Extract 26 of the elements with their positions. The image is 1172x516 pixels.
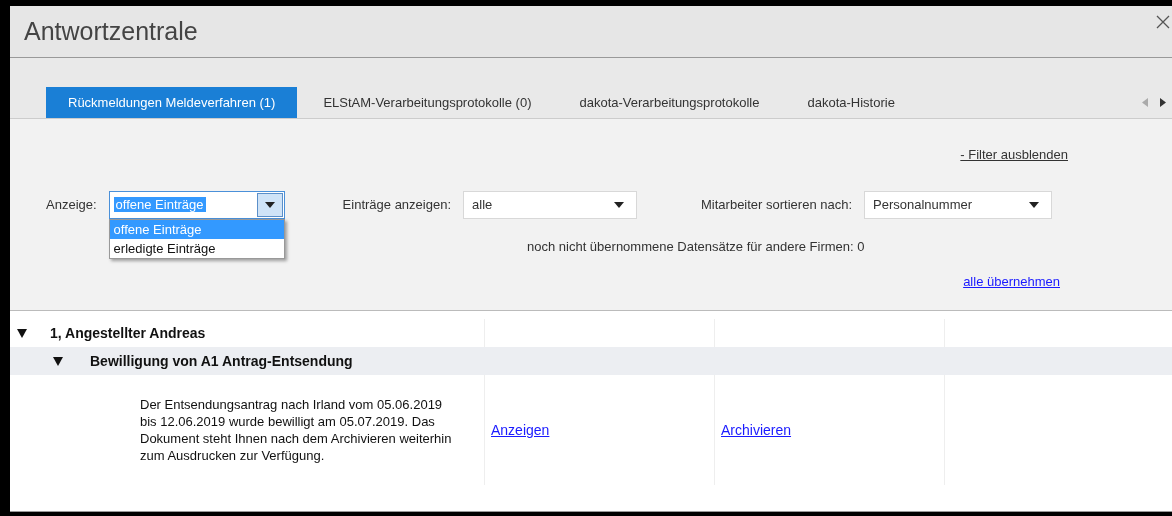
entries-label: Einträge anzeigen:	[342, 195, 451, 214]
tab[interactable]: dakota-Historie	[785, 87, 917, 118]
sort-label: Mitarbeiter sortieren nach:	[701, 195, 853, 214]
expanded-arrow-icon[interactable]	[52, 355, 64, 367]
employee-name: 1, Angestellter Andreas	[50, 323, 206, 343]
close-icon[interactable]	[1156, 14, 1170, 29]
tab[interactable]: ELStAM-Verarbeitungsprotokolle (0)	[301, 87, 554, 118]
display-label: Anzeige:	[46, 195, 97, 214]
caret-icon	[264, 201, 275, 208]
category-title: Bewilligung von A1 Antrag-Entsendung	[90, 351, 353, 371]
dropdown[interactable]: Personalnummer	[864, 190, 1053, 219]
hide-filter-link[interactable]: - Filter ausblenden	[960, 145, 1068, 165]
info-text: noch nicht übernommene Datensätze für andere Firmen: 0	[527, 238, 865, 254]
accept-all-link[interactable]: alle übernehmen	[963, 272, 1060, 292]
show-link[interactable]: Anzeigen	[491, 419, 550, 441]
caret-icon	[614, 201, 624, 208]
window-title: Antwortzentrale	[24, 15, 198, 47]
tab[interactable]: Rückmeldungen Meldeverfahren (1)	[46, 87, 298, 118]
message-text: Der Entsendungsantrag nach Irland vom 05.06.2019 bis 12.06.2019 wurde bewilligt am 05.07.2019. Das Dokument steht Ihnen nach dem Archivieren weiterhin zum Ausdrucken zur Verfügung.	[139, 396, 453, 464]
scroll-right-icon[interactable]	[1160, 98, 1166, 107]
dropdown[interactable]: alle	[463, 190, 637, 219]
dropdown-option[interactable]: erledigte Einträge	[109, 238, 284, 258]
caret-icon	[1029, 201, 1040, 208]
tab[interactable]: dakota-Verarbeitungsprotokolle	[557, 87, 782, 118]
archive-link[interactable]: Archivieren	[721, 419, 792, 441]
expanded-arrow-icon[interactable]	[16, 327, 28, 339]
